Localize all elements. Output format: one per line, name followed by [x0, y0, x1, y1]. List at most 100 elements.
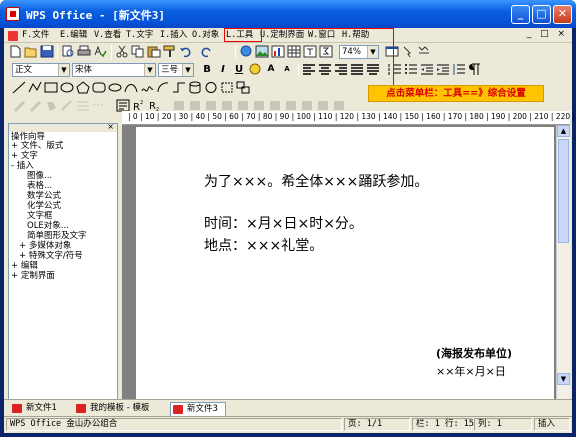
rectangle-tool-icon[interactable] [44, 81, 58, 94]
line-tool-icon[interactable] [12, 81, 26, 94]
arc-tool-icon[interactable] [156, 81, 170, 94]
help-icon[interactable] [401, 45, 415, 58]
app-frame: F.文件 E.编辑 V.查看 T.文字 I.插入 O.对象 L.工具 U.定制界… [4, 28, 576, 433]
scroll-down-button[interactable]: ▼ [557, 373, 570, 385]
connector-tool-icon[interactable] [172, 81, 186, 94]
doc-date: ××年×月×日 [436, 365, 506, 378]
close-button[interactable]: ✕ [553, 5, 572, 24]
brush-icon[interactable] [28, 99, 42, 112]
doc-icon [8, 31, 18, 41]
hyperlink-icon[interactable] [239, 45, 253, 58]
status-app: WPS Office 金山办公组合 [6, 418, 342, 431]
tree-item-ole[interactable]: OLE对象... [27, 221, 69, 231]
increase-indent-icon[interactable] [436, 63, 450, 76]
menu-file[interactable]: F.文件 [22, 29, 49, 42]
doc-signature: (海报发布单位) [436, 347, 513, 360]
tree-item-text[interactable]: + 文字 [11, 151, 38, 161]
redo-icon[interactable] [199, 45, 213, 58]
italic-button[interactable]: I [216, 63, 230, 76]
copy-icon[interactable] [131, 45, 145, 58]
menu-object[interactable]: O.对象 [192, 29, 219, 42]
line-style-icon[interactable] [76, 99, 90, 112]
tree-item-insert[interactable]: - 插入 [11, 161, 34, 171]
callout-connector [262, 28, 394, 86]
tree-item-chemistry[interactable]: 化学公式 [27, 201, 61, 211]
vertical-scrollbar[interactable]: ▲ ▼ [556, 125, 570, 411]
line-color-icon[interactable] [60, 99, 74, 112]
decrease-indent-icon[interactable] [420, 63, 434, 76]
status-column: 列: 1 [474, 418, 532, 431]
bullets-icon[interactable] [404, 63, 418, 76]
tree-item-customize[interactable]: + 定制界面 [11, 271, 55, 281]
polyline-tool-icon[interactable] [28, 81, 42, 94]
ellipse-tool-icon[interactable] [60, 81, 74, 94]
scroll-up-button[interactable]: ▲ [557, 125, 570, 137]
status-page: 页: 1/1 [344, 418, 410, 431]
font-select[interactable]: 宋体 ▼ [72, 63, 156, 77]
wps-app-icon[interactable] [6, 7, 20, 21]
line-spacing-icon[interactable] [452, 63, 466, 76]
save-icon[interactable] [40, 45, 54, 58]
pen-icon[interactable] [12, 99, 26, 112]
open-icon[interactable] [24, 45, 38, 58]
print-preview-icon[interactable] [61, 45, 75, 58]
doc-line-2: 时间：×月×日×时×分。 [204, 216, 363, 232]
maximize-button[interactable]: □ [532, 5, 551, 24]
menu-text[interactable]: T.文字 [126, 29, 153, 42]
horizontal-ruler[interactable]: | 0 | 10 | 20 | 30 | 40 | 50 | 60 | 70 |… [122, 111, 576, 125]
print-icon[interactable] [77, 45, 91, 58]
doc-tab-2[interactable]: 我的模板 - 模板 [74, 402, 149, 416]
minimize-button[interactable]: _ [511, 5, 530, 24]
title-bar[interactable]: WPS Office - [新文件3] _ □ ✕ [0, 0, 576, 28]
window-title: WPS Office - [新文件3] [26, 9, 165, 22]
tree-item-image[interactable]: 图像... [27, 171, 52, 181]
group-objects-icon[interactable] [236, 81, 250, 94]
tools-highlight-box [224, 28, 262, 42]
rounded-rect-tool-icon[interactable] [92, 81, 106, 94]
dash-style-icon[interactable] [92, 99, 106, 112]
rotate-tool-icon[interactable] [204, 81, 218, 94]
tree-item-edit[interactable]: + 编辑 [11, 261, 38, 271]
freeform-tool-icon[interactable] [140, 81, 154, 94]
mdi-controls[interactable]: _ □ × [527, 29, 568, 39]
fill-color-icon[interactable] [44, 99, 58, 112]
tree-item-shapes[interactable]: 简单图形及文字 [27, 231, 87, 241]
instruction-callout: 点击菜单栏：工具==》综合设置 [368, 85, 544, 102]
tree-item-textbox[interactable]: 文字框 [27, 211, 53, 221]
tree-item-multimedia[interactable]: + 多媒体对象 [19, 241, 71, 251]
bold-button[interactable]: B [200, 63, 214, 76]
menu-insert[interactable]: I.插入 [160, 29, 187, 42]
doc-tab-1[interactable]: 新文件1 [10, 402, 57, 416]
menu-edit[interactable]: E.编辑 [60, 29, 87, 42]
cut-icon[interactable] [115, 45, 129, 58]
paste-icon[interactable] [147, 45, 161, 58]
spellcheck-icon[interactable] [93, 45, 107, 58]
tree-item-symbols[interactable]: + 特殊文字/符号 [19, 251, 83, 261]
oval-tool-icon[interactable] [108, 81, 122, 94]
font-color-icon[interactable] [248, 63, 262, 76]
doc-line-3: 地点：×××礼堂。 [204, 238, 324, 254]
status-bar: WPS Office 金山办公组合 页: 1/1 栏: 1 行: 15 列: 1… [4, 416, 572, 431]
cylinder-tool-icon[interactable] [188, 81, 202, 94]
new-icon[interactable] [8, 45, 22, 58]
format-painter-icon[interactable] [163, 45, 177, 58]
font-size-select[interactable]: 三号 ▼ [158, 63, 194, 77]
options-icon[interactable] [417, 45, 431, 58]
paragraph-icon[interactable] [468, 63, 482, 76]
undo-icon[interactable] [179, 45, 193, 58]
scroll-thumb[interactable] [558, 139, 569, 243]
document-page[interactable]: 为了×××。希全体×××踊跃参加。 时间：×月×日×时×分。 地点：×××礼堂。… [136, 127, 554, 411]
tree-item-table[interactable]: 表格... [27, 181, 52, 191]
curve-tool-icon[interactable] [124, 81, 138, 94]
style-select[interactable]: 正文 ▼ [12, 63, 70, 77]
status-position: 栏: 1 行: 15 [412, 418, 474, 431]
select-objects-icon[interactable] [220, 81, 234, 94]
tree-item-math[interactable]: 数学公式 [27, 191, 61, 201]
underline-button[interactable]: U [232, 63, 246, 76]
menu-view[interactable]: V.查看 [94, 29, 121, 42]
navigator-close-button[interactable]: × [107, 122, 114, 131]
doc-tab-3[interactable]: 新文件3 [170, 402, 226, 416]
tree-item-file[interactable]: + 文件、版式 [11, 141, 63, 151]
polygon-tool-icon[interactable] [76, 81, 90, 94]
document-area: | 0 | 10 | 20 | 30 | 40 | 50 | 60 | 70 |… [122, 111, 576, 411]
